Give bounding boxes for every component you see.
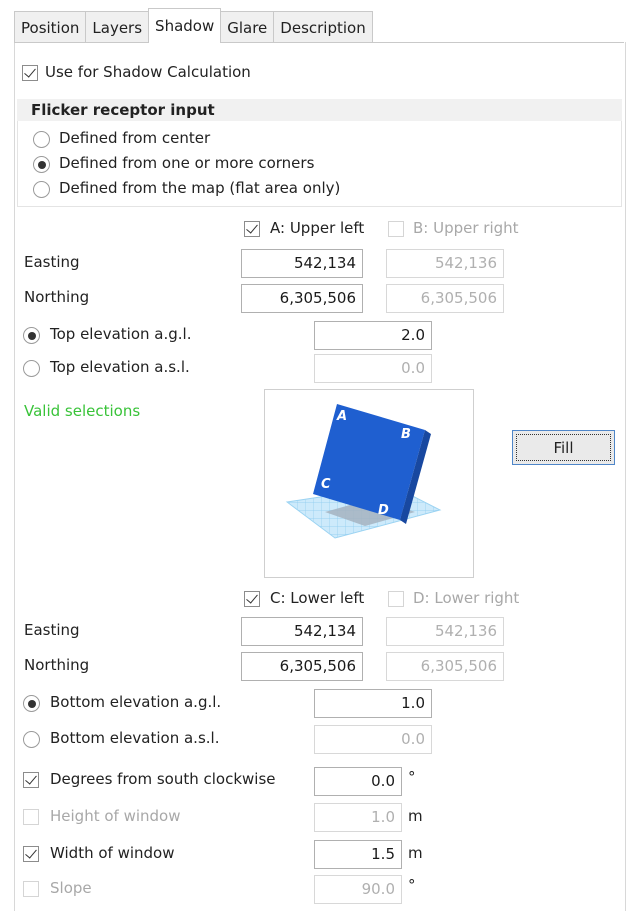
corner-d-checkbox[interactable]	[388, 591, 404, 607]
degrees-label: Degrees from south clockwise	[50, 770, 276, 788]
width-window-field[interactable]: 1.5	[314, 840, 402, 869]
tab-divider	[14, 42, 624, 43]
top-elevation-agl-radio[interactable]	[23, 327, 40, 344]
corner-d-marker: D	[378, 503, 389, 518]
corner-c-marker: C	[321, 477, 331, 492]
easting-label: Easting	[24, 253, 80, 271]
radio-from-corners[interactable]	[33, 156, 50, 173]
corner-a-northing-field[interactable]: 6,305,506	[241, 284, 363, 313]
lower-easting-label: Easting	[24, 621, 80, 639]
top-elevation-asl-field[interactable]: 0.0	[314, 354, 432, 383]
corner-c-label: C: Lower left	[270, 589, 365, 607]
radio-from-corners-label: Defined from one or more corners	[59, 154, 315, 172]
tab-strip: Position Layers Shadow Glare Description	[14, 8, 373, 43]
top-elevation-agl-label: Top elevation a.g.l.	[50, 325, 192, 343]
degrees-checkbox[interactable]	[23, 772, 39, 788]
radio-from-center-label: Defined from center	[59, 129, 211, 147]
bottom-elevation-asl-radio[interactable]	[23, 731, 40, 748]
bottom-elevation-asl-field[interactable]: 0.0	[314, 725, 432, 754]
corner-b-label: B: Upper right	[413, 219, 519, 237]
receptor-preview-graphic: A B C D	[285, 404, 442, 539]
degrees-field[interactable]: 0.0	[314, 767, 402, 796]
top-elevation-asl-radio[interactable]	[23, 360, 40, 377]
corner-c-northing-field[interactable]: 6,305,506	[241, 652, 363, 681]
width-window-unit: m	[408, 844, 423, 862]
height-window-unit: m	[408, 807, 423, 825]
slope-field[interactable]: 90.0	[314, 875, 402, 904]
flicker-receptor-title: Flicker receptor input	[31, 101, 215, 119]
width-window-checkbox[interactable]	[23, 846, 39, 862]
tab-shadow[interactable]: Shadow	[148, 8, 222, 43]
slope-checkbox[interactable]	[23, 881, 39, 897]
corner-a-easting-field[interactable]: 542,134	[241, 249, 363, 278]
top-elevation-agl-field[interactable]: 2.0	[314, 321, 432, 350]
bottom-elevation-agl-radio[interactable]	[23, 695, 40, 712]
corner-b-checkbox[interactable]	[388, 221, 404, 237]
height-window-field[interactable]: 1.0	[314, 803, 402, 832]
corner-d-northing-field[interactable]: 6,305,506	[386, 652, 504, 681]
corner-d-label: D: Lower right	[413, 589, 520, 607]
lower-northing-label: Northing	[24, 656, 90, 674]
receptor-preview: A B C D	[264, 389, 474, 578]
corner-a-marker: A	[336, 409, 347, 424]
corner-a-checkbox[interactable]	[244, 221, 260, 237]
top-elevation-asl-label: Top elevation a.s.l.	[50, 358, 190, 376]
corner-a-label: A: Upper left	[270, 219, 365, 237]
tab-position[interactable]: Position	[14, 11, 87, 43]
bottom-elevation-agl-label: Bottom elevation a.g.l.	[50, 693, 222, 711]
radio-from-center[interactable]	[33, 131, 50, 148]
northing-label: Northing	[24, 288, 90, 306]
tab-layers[interactable]: Layers	[85, 11, 150, 43]
tab-glare[interactable]: Glare	[220, 11, 275, 43]
degrees-unit: °	[408, 768, 416, 786]
fill-button[interactable]: Fill	[512, 430, 615, 465]
radio-from-map[interactable]	[33, 181, 50, 198]
use-shadow-label: Use for Shadow Calculation	[45, 63, 251, 81]
bottom-elevation-agl-field[interactable]: 1.0	[314, 689, 432, 718]
corner-c-checkbox[interactable]	[244, 591, 260, 607]
corner-c-easting-field[interactable]: 542,134	[241, 617, 363, 646]
height-window-checkbox[interactable]	[23, 809, 39, 825]
corner-b-marker: B	[401, 427, 411, 442]
corner-b-northing-field[interactable]: 6,305,506	[386, 284, 504, 313]
radio-from-map-label: Defined from the map (flat area only)	[59, 179, 341, 197]
use-shadow-checkbox[interactable]	[22, 65, 38, 81]
corner-d-easting-field[interactable]: 542,136	[386, 617, 504, 646]
corner-b-easting-field[interactable]: 542,136	[386, 249, 504, 278]
bottom-elevation-asl-label: Bottom elevation a.s.l.	[50, 729, 220, 747]
fill-button-label: Fill	[516, 434, 611, 461]
slope-label: Slope	[50, 879, 92, 897]
tab-description[interactable]: Description	[273, 11, 373, 43]
height-window-label: Height of window	[50, 807, 181, 825]
valid-selections-text: Valid selections	[24, 402, 141, 420]
slope-unit: °	[408, 876, 416, 894]
width-window-label: Width of window	[50, 844, 175, 862]
